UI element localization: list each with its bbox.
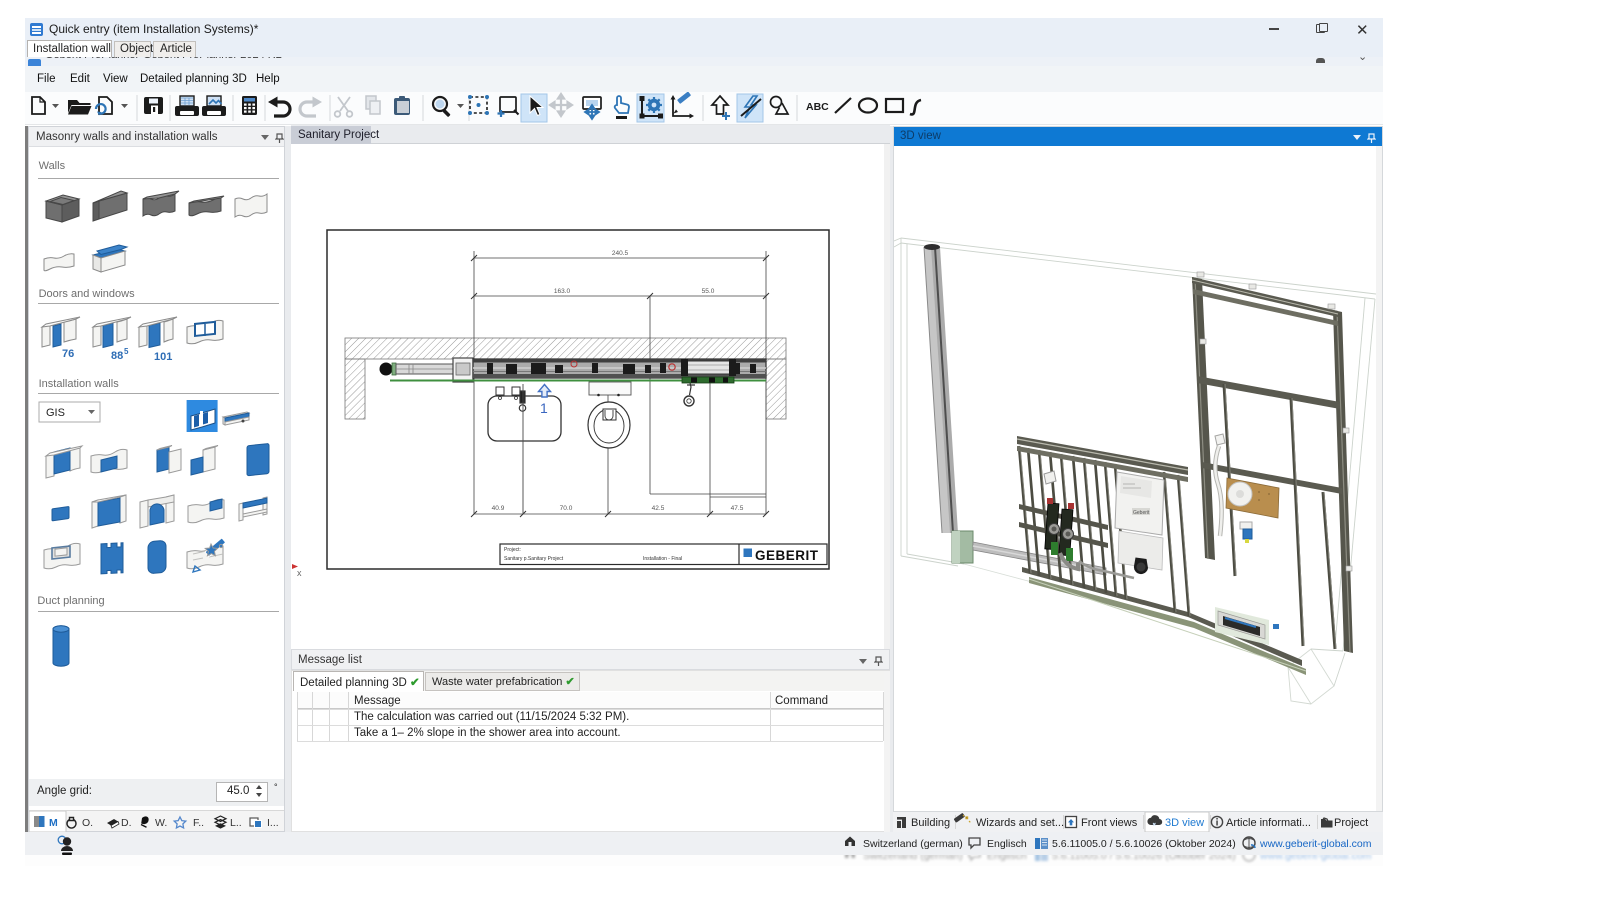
- svg-text:I...: I...: [267, 817, 279, 829]
- svg-text:3D view: 3D view: [1165, 817, 1204, 829]
- svg-text:Switzerland (german): Switzerland (german): [863, 855, 963, 862]
- svg-text:Englisch: Englisch: [987, 855, 1027, 862]
- svg-text:Geberit: Geberit: [1133, 510, 1150, 516]
- svg-text:88: 88: [111, 350, 123, 362]
- svg-text:Switzerland (german): Switzerland (german): [863, 838, 963, 850]
- svg-text:www.geberit-global.com: www.geberit-global.com: [1259, 838, 1372, 850]
- svg-text:55.0: 55.0: [702, 288, 715, 295]
- svg-text:x: x: [297, 568, 302, 578]
- svg-text:1: 1: [540, 400, 548, 416]
- svg-text:163.0: 163.0: [554, 288, 571, 295]
- svg-text:42.5: 42.5: [652, 505, 665, 512]
- svg-text:Front views: Front views: [1081, 817, 1138, 829]
- svg-text:Installation walls: Installation walls: [39, 378, 120, 390]
- svg-text:Sanitary p.Sanitary Project: Sanitary p.Sanitary Project: [504, 556, 564, 562]
- svg-text:Englisch: Englisch: [987, 838, 1027, 850]
- svg-text:ABC: ABC: [806, 101, 829, 113]
- svg-text:101: 101: [154, 351, 172, 363]
- svg-text:5.6.11005.0 / 5.6.10026 (Oktob: 5.6.11005.0 / 5.6.10026 (Oktober 2024): [1052, 838, 1236, 850]
- svg-text:Building: Building: [911, 817, 950, 829]
- svg-text:GIS: GIS: [46, 407, 65, 419]
- svg-text:Project: Project: [1334, 817, 1368, 829]
- svg-text:5: 5: [124, 347, 129, 356]
- svg-text:40.9: 40.9: [492, 505, 505, 512]
- svg-text:Doors and windows: Doors and windows: [39, 288, 135, 300]
- svg-text:W.: W.: [155, 817, 167, 829]
- svg-text:5.6.11005.0 / 5.6.10026 (Oktob: 5.6.11005.0 / 5.6.10026 (Oktober 2024): [1052, 855, 1236, 862]
- svg-text:76: 76: [62, 348, 74, 360]
- svg-text:D.: D.: [121, 817, 132, 829]
- svg-text:240.5: 240.5: [612, 250, 629, 257]
- svg-text:Duct planning: Duct planning: [37, 595, 104, 607]
- svg-text:Walls: Walls: [39, 160, 66, 172]
- svg-text:Wizards and set...: Wizards and set...: [976, 817, 1064, 829]
- svg-text:70.0: 70.0: [560, 505, 573, 512]
- svg-text:47.5: 47.5: [731, 505, 744, 512]
- svg-text:F..: F..: [193, 817, 204, 829]
- svg-text:www.geberit-global.com: www.geberit-global.com: [1259, 855, 1372, 862]
- svg-text:M: M: [49, 817, 58, 829]
- svg-text:GEBERIT: GEBERIT: [755, 548, 819, 563]
- svg-text:L..: L..: [230, 817, 242, 829]
- svg-text:Installation - Final: Installation - Final: [643, 556, 682, 562]
- svg-text:O.: O.: [82, 817, 93, 829]
- svg-text:Project:: Project:: [504, 547, 521, 553]
- svg-text:Article informati...: Article informati...: [1226, 817, 1311, 829]
